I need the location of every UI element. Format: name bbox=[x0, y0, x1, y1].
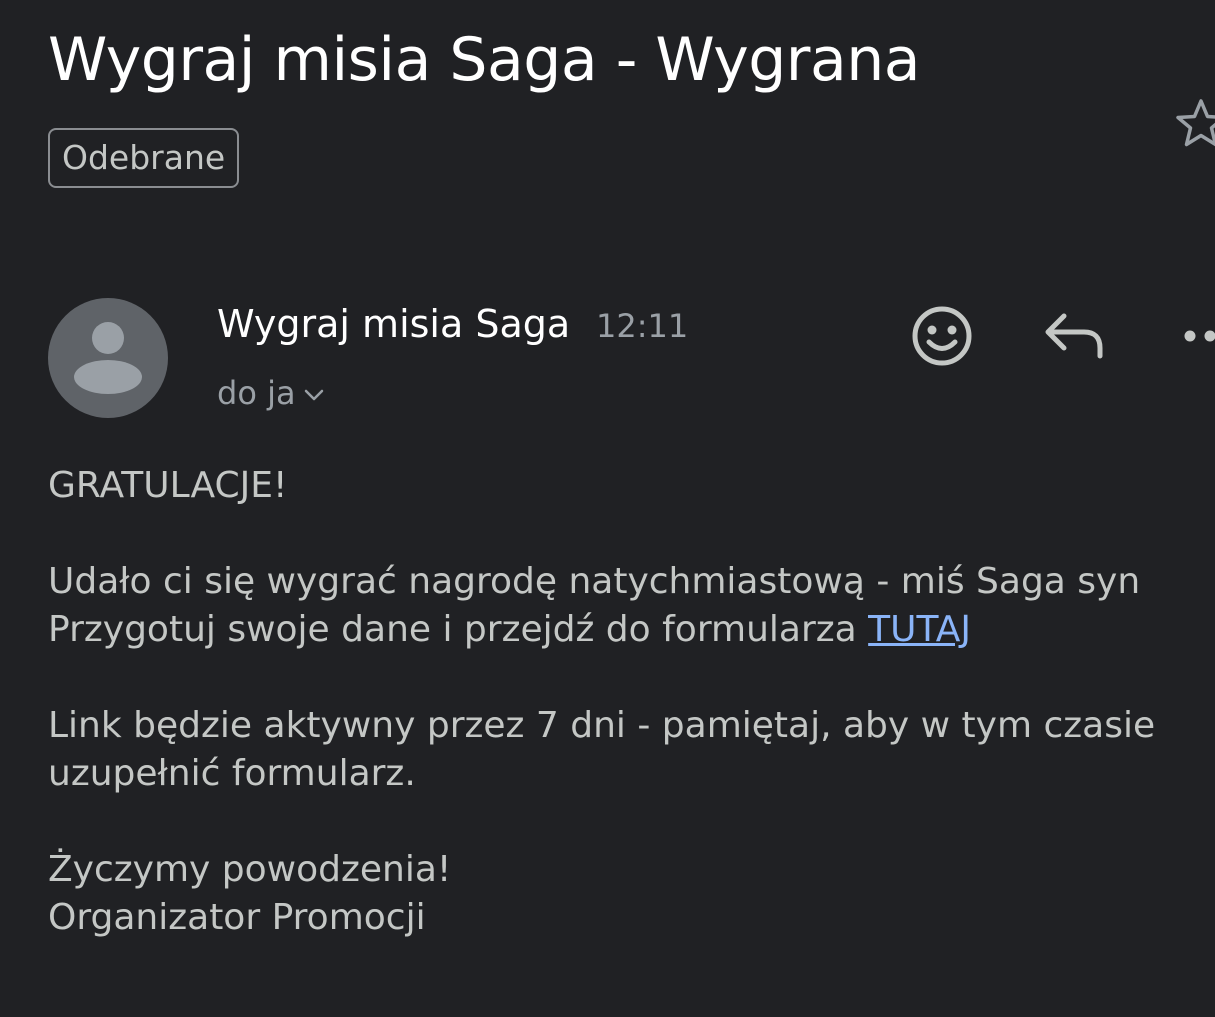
recipient-toggle[interactable]: do ja bbox=[217, 368, 326, 418]
body-line-form: uzupełnić formularz. bbox=[48, 753, 416, 794]
body-line-instructions: Przygotuj swoje dane i przejdź do formul… bbox=[48, 609, 869, 650]
body-paragraph-prize: Udało ci się wygrać nagrodę natychmiasto… bbox=[48, 558, 1208, 654]
inbox-label-chip[interactable]: Odebrane bbox=[48, 128, 240, 188]
sender-name: Wygraj misia Saga bbox=[217, 302, 571, 346]
recipient-label: do ja bbox=[217, 374, 296, 412]
body-closing: Życzymy powodzenia! bbox=[48, 849, 452, 890]
body-greeting: GRATULACJE! bbox=[48, 465, 288, 506]
form-link[interactable]: TUTAJ bbox=[868, 609, 971, 650]
more-horizontal-icon[interactable] bbox=[1172, 318, 1215, 354]
email-time: 12:11 bbox=[596, 307, 689, 345]
chevron-down-icon bbox=[304, 389, 323, 401]
person-icon bbox=[74, 322, 142, 394]
star-icon[interactable] bbox=[1174, 96, 1215, 156]
email-subject: Wygraj misia Saga - Wygrana bbox=[48, 25, 921, 95]
body-line-prize: Udało ci się wygrać nagrodę natychmiasto… bbox=[48, 561, 1141, 602]
body-signature: Organizator Promocji bbox=[48, 897, 426, 938]
body-paragraph-deadline: Link będzie aktywny przez 7 dni - pamięt… bbox=[48, 702, 1208, 798]
body-line-deadline: Link będzie aktywny przez 7 dni - pamięt… bbox=[48, 705, 1156, 746]
reply-icon[interactable] bbox=[1040, 306, 1106, 366]
email-body: GRATULACJE! Udało ci się wygrać nagrodę … bbox=[48, 462, 1208, 990]
sender-avatar bbox=[48, 298, 168, 418]
body-paragraph-closing: Życzymy powodzenia! Organizator Promocji bbox=[48, 846, 1208, 942]
add-reaction-icon[interactable] bbox=[908, 302, 976, 370]
